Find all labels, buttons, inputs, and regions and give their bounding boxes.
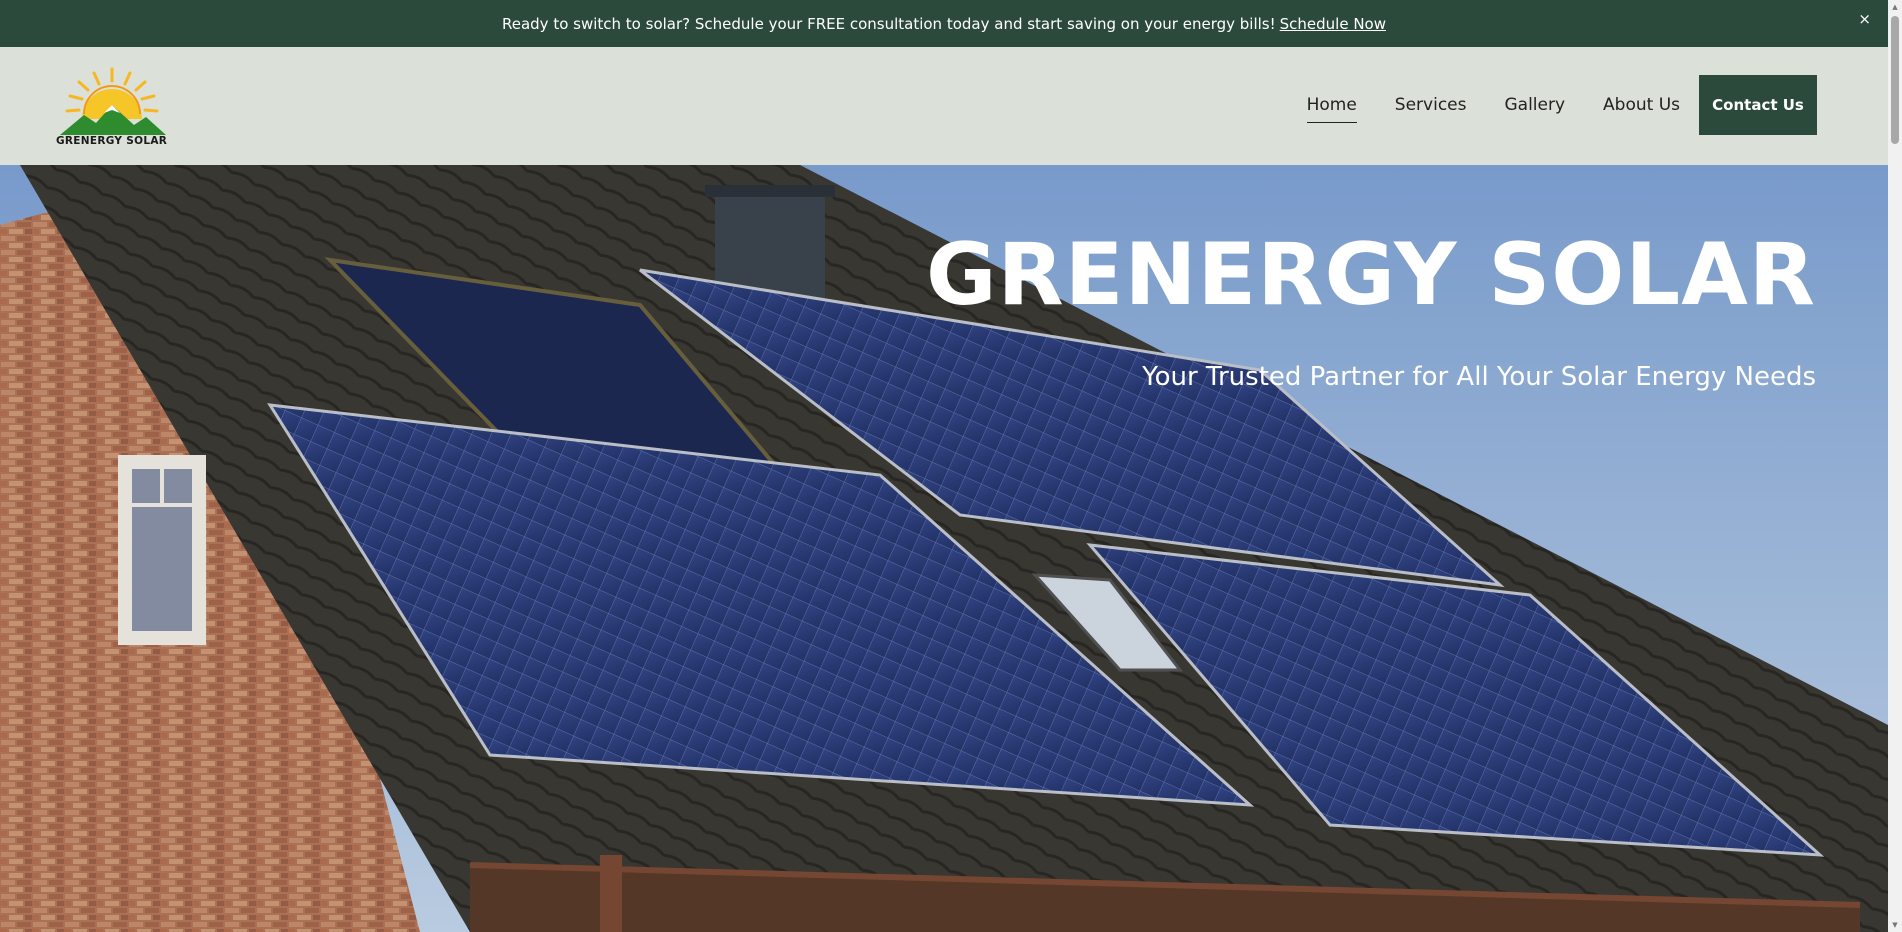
logo[interactable]: GRENERGY SOLAR <box>54 67 170 149</box>
site-header: GRENERGY SOLAR Home Services Gallery Abo… <box>0 47 1888 165</box>
announcement-bar: Ready to switch to solar? Schedule your … <box>0 0 1888 47</box>
scroll-up-icon[interactable]: ▲ <box>1888 0 1902 14</box>
hero-subtitle: Your Trusted Partner for All Your Solar … <box>1142 362 1816 392</box>
close-icon[interactable]: × <box>1858 10 1871 28</box>
sun-mountain-logo-icon <box>60 67 166 135</box>
nav-home[interactable]: Home <box>1306 95 1358 123</box>
page-scrollbar[interactable]: ▲ ▼ <box>1888 0 1902 932</box>
contact-us-button[interactable]: Contact Us <box>1699 75 1817 135</box>
announcement-text: Ready to switch to solar? Schedule your … <box>501 14 1276 33</box>
scroll-down-icon[interactable]: ▼ <box>1888 918 1902 932</box>
hero-title: GRENERGY SOLAR <box>925 225 1816 325</box>
nav-about-us[interactable]: About Us <box>1603 95 1680 115</box>
hero-section: GRENERGY SOLAR Your Trusted Partner for … <box>0 165 1888 932</box>
schedule-now-link[interactable]: Schedule Now <box>1280 15 1386 33</box>
main-nav: Home Services Gallery About Us Contact U… <box>1306 75 1817 135</box>
logo-text: GRENERGY SOLAR <box>56 135 168 147</box>
nav-gallery[interactable]: Gallery <box>1504 95 1565 115</box>
nav-services[interactable]: Services <box>1395 95 1467 115</box>
scroll-thumb[interactable] <box>1891 16 1899 144</box>
